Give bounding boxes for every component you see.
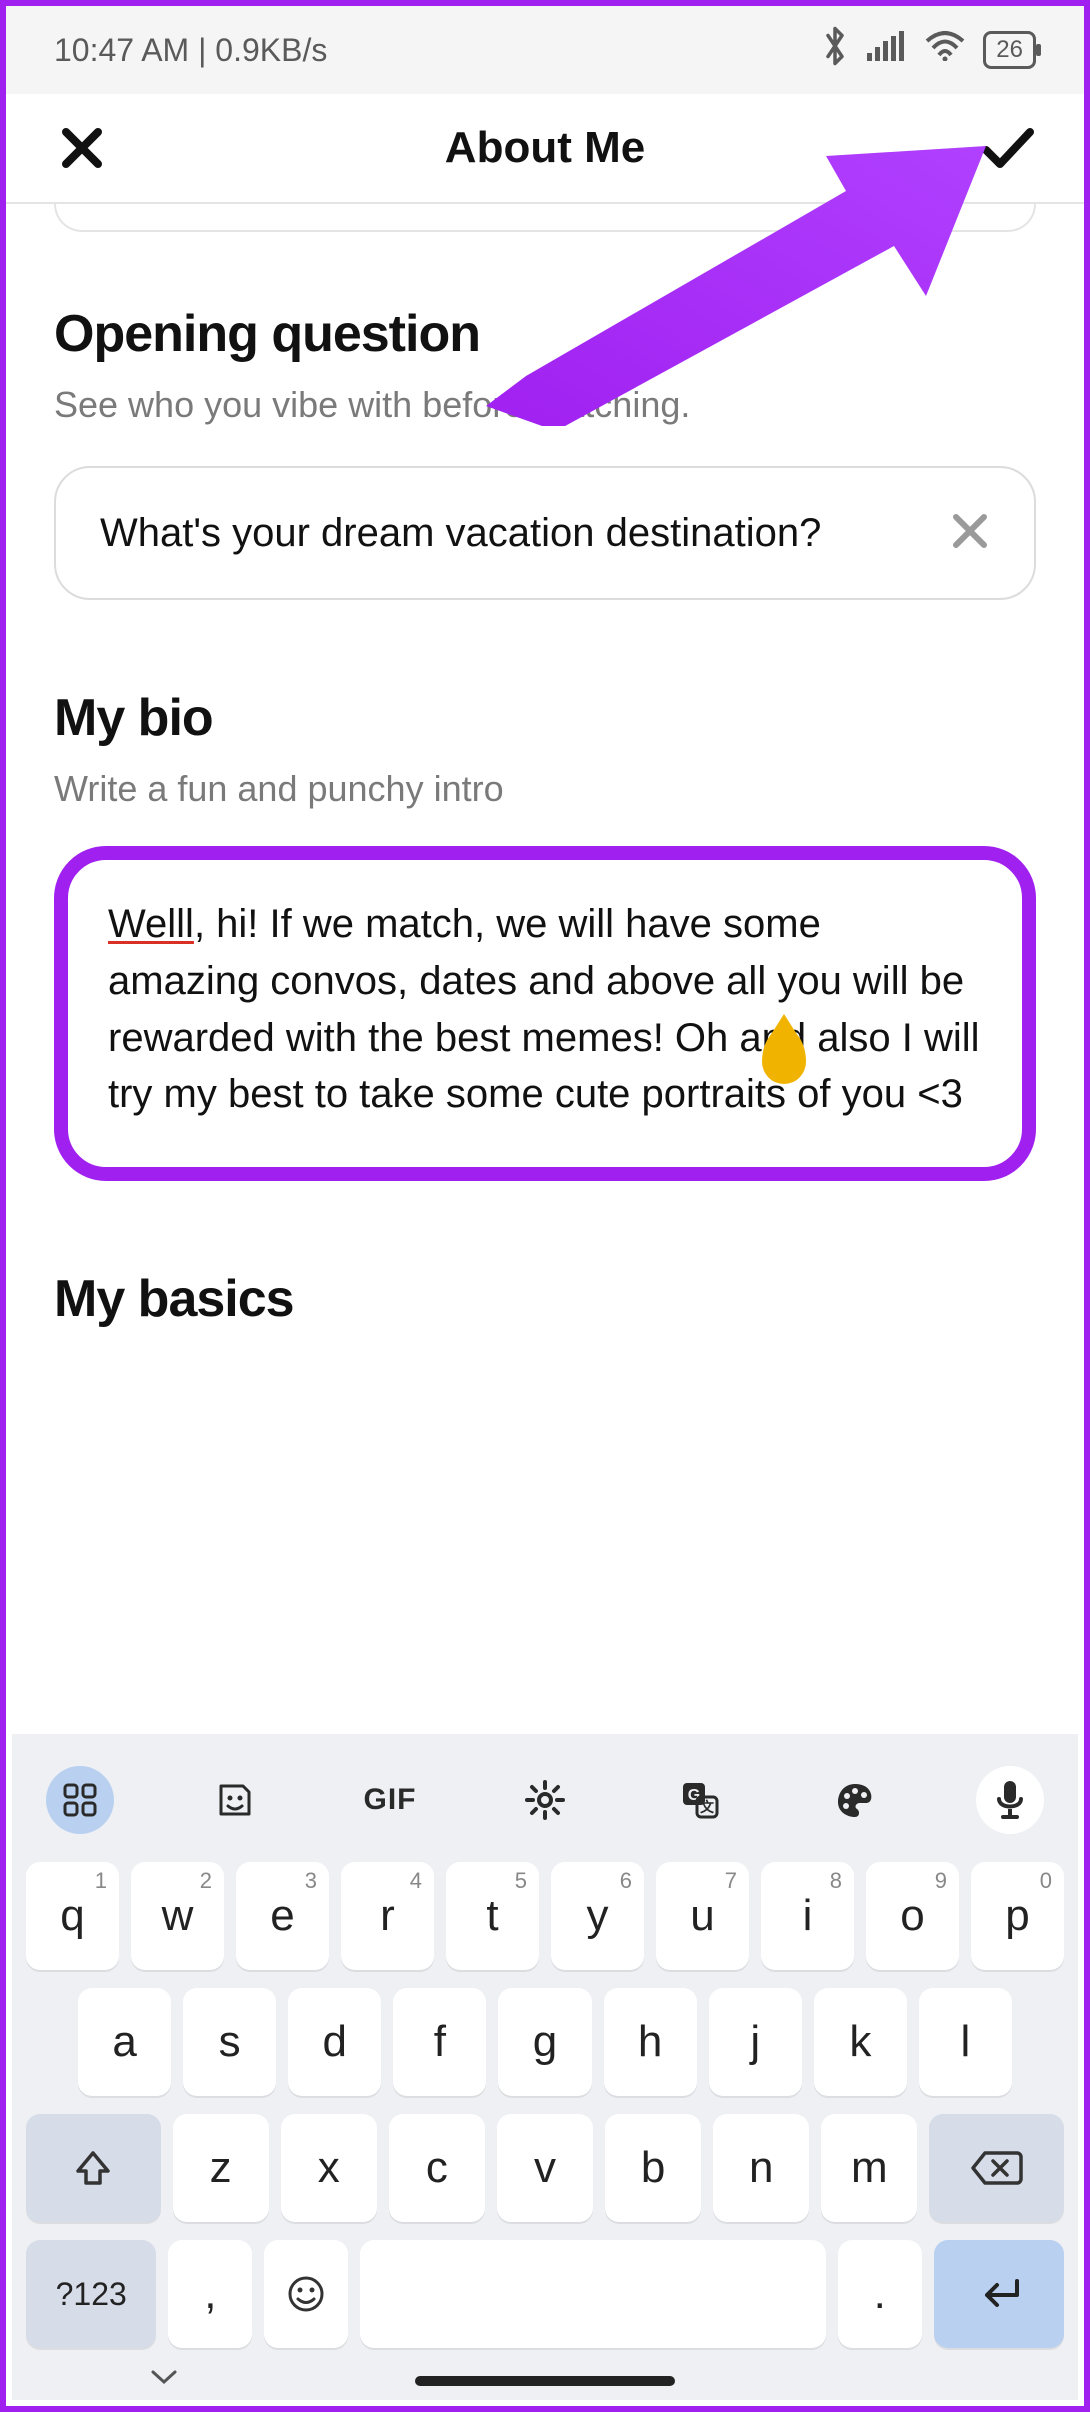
emoji-key[interactable] — [264, 2240, 348, 2348]
opening-question-subtitle: See who you vibe with before matching. — [54, 384, 1036, 426]
status-left: 10:47 AM | 0.9KB/s — [54, 32, 327, 69]
backspace-key[interactable] — [929, 2114, 1064, 2222]
symbols-key[interactable]: ?123 — [26, 2240, 156, 2348]
nav-handle[interactable] — [415, 2376, 675, 2386]
bio-text: Welll, hi! If we match, we will have som… — [108, 896, 982, 1123]
check-icon — [982, 126, 1034, 170]
key-c[interactable]: c — [389, 2114, 485, 2222]
enter-key[interactable] — [934, 2240, 1064, 2348]
wifi-icon — [925, 31, 965, 69]
key-t[interactable]: t5 — [446, 1862, 539, 1970]
key-y[interactable]: y6 — [551, 1862, 644, 1970]
keyboard-settings-button[interactable] — [511, 1766, 579, 1834]
key-j[interactable]: j — [709, 1988, 802, 2096]
app-header: About Me — [6, 94, 1084, 204]
key-g[interactable]: g — [498, 1988, 591, 2096]
basics-title: My basics — [54, 1269, 1036, 1329]
grid-icon — [62, 1782, 98, 1818]
comma-key[interactable]: , — [168, 2240, 252, 2348]
page-title: About Me — [6, 123, 1084, 173]
sticker-icon — [215, 1780, 255, 1820]
key-e[interactable]: e3 — [236, 1862, 329, 1970]
opening-question-card[interactable]: What's your dream vacation destination? — [54, 466, 1036, 600]
keyboard-row-3: zxcvbnm — [26, 2114, 1064, 2222]
bio-title: My bio — [54, 688, 1036, 748]
key-r[interactable]: r4 — [341, 1862, 434, 1970]
key-k[interactable]: k — [814, 1988, 907, 2096]
period-key[interactable]: . — [838, 2240, 922, 2348]
key-u[interactable]: u7 — [656, 1862, 749, 1970]
voice-input-button[interactable] — [976, 1766, 1044, 1834]
key-v[interactable]: v — [497, 2114, 593, 2222]
sticker-button[interactable] — [201, 1766, 269, 1834]
status-time: 10:47 AM — [54, 32, 189, 68]
chevron-down-icon — [150, 2368, 178, 2386]
theme-button[interactable] — [821, 1766, 889, 1834]
key-b[interactable]: b — [605, 2114, 701, 2222]
shift-key[interactable] — [26, 2114, 161, 2222]
keyboard-row-2: asdfghjkl — [26, 1988, 1064, 2096]
key-a[interactable]: a — [78, 1988, 171, 2096]
battery-indicator: 26 — [983, 31, 1036, 69]
key-l[interactable]: l — [919, 1988, 1012, 2096]
palette-icon — [834, 1779, 876, 1821]
status-bar: 10:47 AM | 0.9KB/s 26 — [6, 6, 1084, 94]
key-x[interactable]: x — [281, 2114, 377, 2222]
key-d[interactable]: d — [288, 1988, 381, 2096]
confirm-button[interactable] — [980, 120, 1036, 176]
enter-icon — [975, 2277, 1023, 2311]
bio-input[interactable]: Welll, hi! If we match, we will have som… — [54, 846, 1036, 1181]
keyboard-apps-button[interactable] — [46, 1766, 114, 1834]
status-net-speed: 0.9KB/s — [215, 32, 327, 68]
previous-card-edge — [54, 204, 1036, 232]
cellular-icon — [867, 31, 907, 69]
key-f[interactable]: f — [393, 1988, 486, 2096]
bio-subtitle: Write a fun and punchy intro — [54, 768, 1036, 810]
soft-keyboard: GIF G文 q1w2e3r4t5y6u7i8o9p0 asdfghjkl zx… — [12, 1734, 1078, 2400]
key-i[interactable]: i8 — [761, 1862, 854, 1970]
key-o[interactable]: o9 — [866, 1862, 959, 1970]
bio-misspelled-word: Welll — [108, 902, 194, 946]
emoji-icon — [286, 2274, 326, 2314]
microphone-icon — [995, 1779, 1025, 1821]
status-right: 26 — [821, 25, 1036, 75]
key-z[interactable]: z — [173, 2114, 269, 2222]
close-icon — [950, 511, 990, 551]
key-h[interactable]: h — [604, 1988, 697, 2096]
close-icon — [60, 126, 104, 170]
opening-question-text: What's your dream vacation destination? — [100, 506, 821, 560]
content: Opening question See who you vibe with b… — [6, 204, 1084, 1329]
opening-question-title: Opening question — [54, 304, 1036, 364]
translate-icon: G文 — [679, 1779, 721, 1821]
svg-text:文: 文 — [700, 1799, 715, 1815]
key-p[interactable]: p0 — [971, 1862, 1064, 1970]
key-m[interactable]: m — [821, 2114, 917, 2222]
backspace-icon — [971, 2149, 1023, 2187]
spacebar-key[interactable] — [360, 2240, 826, 2348]
key-q[interactable]: q1 — [26, 1862, 119, 1970]
bluetooth-icon — [821, 25, 849, 75]
key-n[interactable]: n — [713, 2114, 809, 2222]
key-s[interactable]: s — [183, 1988, 276, 2096]
key-w[interactable]: w2 — [131, 1862, 224, 1970]
gear-icon — [524, 1779, 566, 1821]
keyboard-toolbar: GIF G文 — [26, 1754, 1064, 1862]
shift-icon — [72, 2147, 114, 2189]
keyboard-row-4: ?123 , . — [26, 2240, 1064, 2348]
close-button[interactable] — [54, 120, 110, 176]
translate-button[interactable]: G文 — [666, 1766, 734, 1834]
gif-button[interactable]: GIF — [356, 1766, 424, 1834]
keyboard-row-1: q1w2e3r4t5y6u7i8o9p0 — [26, 1862, 1064, 1970]
remove-question-button[interactable] — [950, 511, 990, 556]
